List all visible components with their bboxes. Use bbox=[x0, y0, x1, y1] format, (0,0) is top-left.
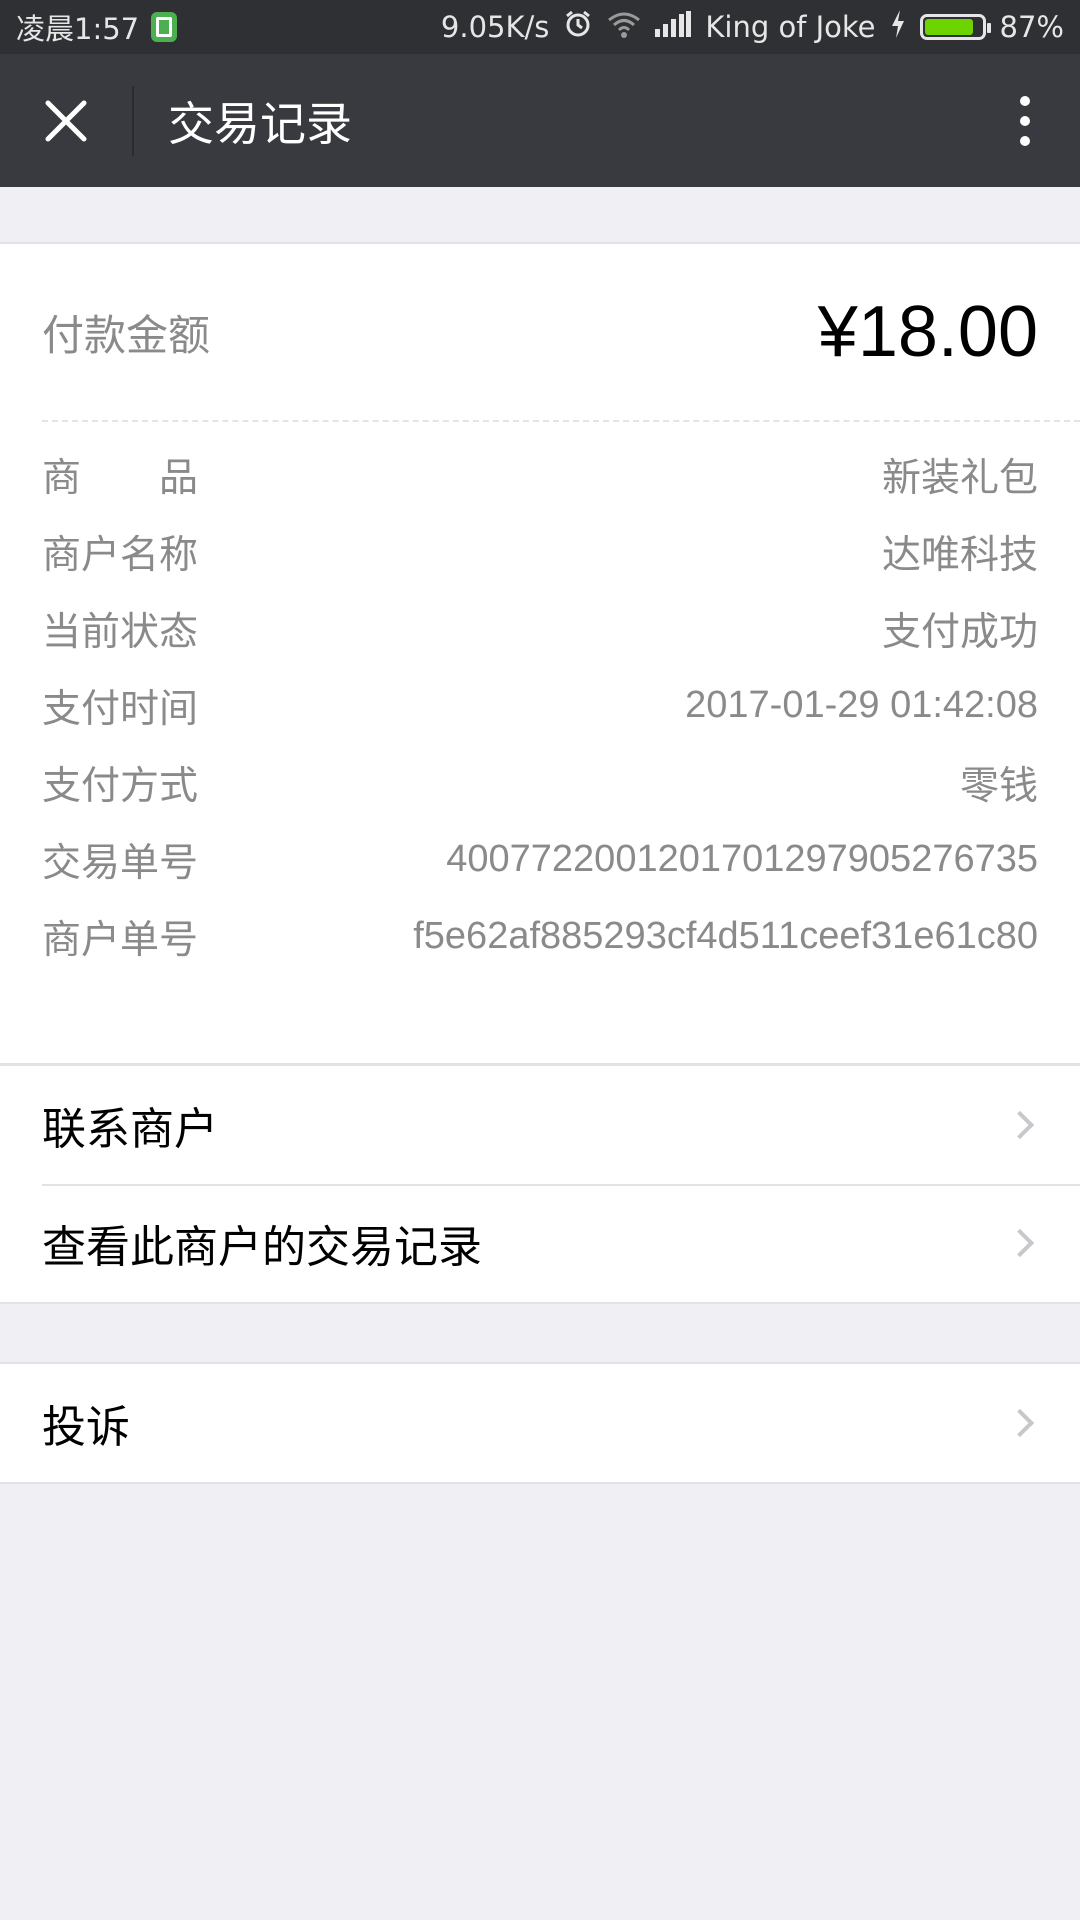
amount-row: 付款金额 ¥18.00 bbox=[0, 244, 1080, 420]
status-bar: 凌晨1:57 9.05K/s King of Joke 87% bbox=[0, 0, 1080, 54]
charging-icon bbox=[890, 9, 906, 45]
detail-label: 当前状态 bbox=[42, 609, 199, 655]
chevron-right-icon bbox=[1005, 1408, 1035, 1438]
detail-value: 新装礼包 bbox=[881, 455, 1038, 501]
page-title: 交易记录 bbox=[168, 96, 352, 151]
detail-row-transaction-id: 交易单号 4007722001201701297905276735 bbox=[0, 821, 1080, 898]
amount-label: 付款金额 bbox=[42, 310, 211, 360]
detail-row-product: 商 品 新装礼包 bbox=[0, 436, 1080, 513]
detail-row-method: 支付方式 零钱 bbox=[0, 744, 1080, 821]
detail-value: 达唯科技 bbox=[881, 532, 1038, 578]
net-speed: 9.05K/s bbox=[440, 10, 550, 44]
detail-value: 零钱 bbox=[959, 763, 1038, 809]
detail-label: 商户单号 bbox=[42, 917, 199, 963]
details-list: 商 品 新装礼包 商户名称 达唯科技 当前状态 支付成功 支付时间 2017-0… bbox=[0, 422, 1080, 975]
view-merchant-records-item[interactable]: 查看此商户的交易记录 bbox=[0, 1184, 1080, 1302]
battery-icon bbox=[919, 14, 991, 40]
wifi-icon bbox=[607, 10, 641, 45]
more-vertical-icon bbox=[1020, 95, 1030, 146]
detail-label: 商户名称 bbox=[42, 532, 199, 578]
detail-row-status: 当前状态 支付成功 bbox=[0, 590, 1080, 667]
alarm-icon bbox=[563, 9, 593, 46]
nav-divider bbox=[132, 85, 134, 156]
detail-row-merchant: 商户名称 达唯科技 bbox=[0, 513, 1080, 590]
amount-value: ¥18.00 bbox=[817, 292, 1038, 372]
detail-row-time: 支付时间 2017-01-29 01:42:08 bbox=[0, 667, 1080, 744]
carrier-name: King of Joke bbox=[705, 10, 876, 44]
detail-value: 2017-01-29 01:42:08 bbox=[685, 684, 1038, 726]
close-button[interactable] bbox=[0, 54, 132, 187]
battery-percent: 87% bbox=[999, 10, 1064, 44]
detail-label: 支付方式 bbox=[42, 763, 199, 809]
chevron-right-icon bbox=[1005, 1228, 1035, 1258]
detail-value: f5e62af885293cf4d511ceef31e61c80 bbox=[413, 915, 1038, 957]
detail-label: 支付时间 bbox=[42, 686, 199, 732]
status-time: 凌晨1:57 bbox=[16, 12, 140, 46]
battery-level-fill bbox=[924, 19, 974, 35]
detail-label: 商 品 bbox=[42, 455, 199, 501]
complaint-item[interactable]: 投诉 bbox=[0, 1364, 1080, 1482]
list-item-label: 查看此商户的交易记录 bbox=[42, 1222, 482, 1273]
list-item-label: 联系商户 bbox=[42, 1104, 218, 1155]
nav-bar: 交易记录 bbox=[0, 54, 1080, 187]
detail-value: 支付成功 bbox=[881, 609, 1038, 655]
payment-card: 付款金额 ¥18.00 商 品 新装礼包 商户名称 达唯科技 当前状态 支付成功… bbox=[0, 242, 1080, 1065]
list-item-label: 投诉 bbox=[42, 1402, 130, 1453]
merchant-actions: 联系商户 查看此商户的交易记录 bbox=[0, 1064, 1080, 1304]
contact-merchant-item[interactable]: 联系商户 bbox=[0, 1066, 1080, 1184]
detail-row-merchant-order-id: 商户单号 f5e62af885293cf4d511ceef31e61c80 bbox=[0, 898, 1080, 975]
more-button[interactable] bbox=[970, 54, 1080, 187]
close-icon bbox=[45, 100, 87, 141]
chevron-right-icon bbox=[1005, 1110, 1035, 1140]
battery-app-icon bbox=[151, 12, 178, 42]
detail-value: 4007722001201701297905276735 bbox=[446, 838, 1038, 880]
detail-label: 交易单号 bbox=[42, 840, 199, 886]
signal-icon bbox=[655, 10, 692, 44]
complaint-section: 投诉 bbox=[0, 1362, 1080, 1484]
